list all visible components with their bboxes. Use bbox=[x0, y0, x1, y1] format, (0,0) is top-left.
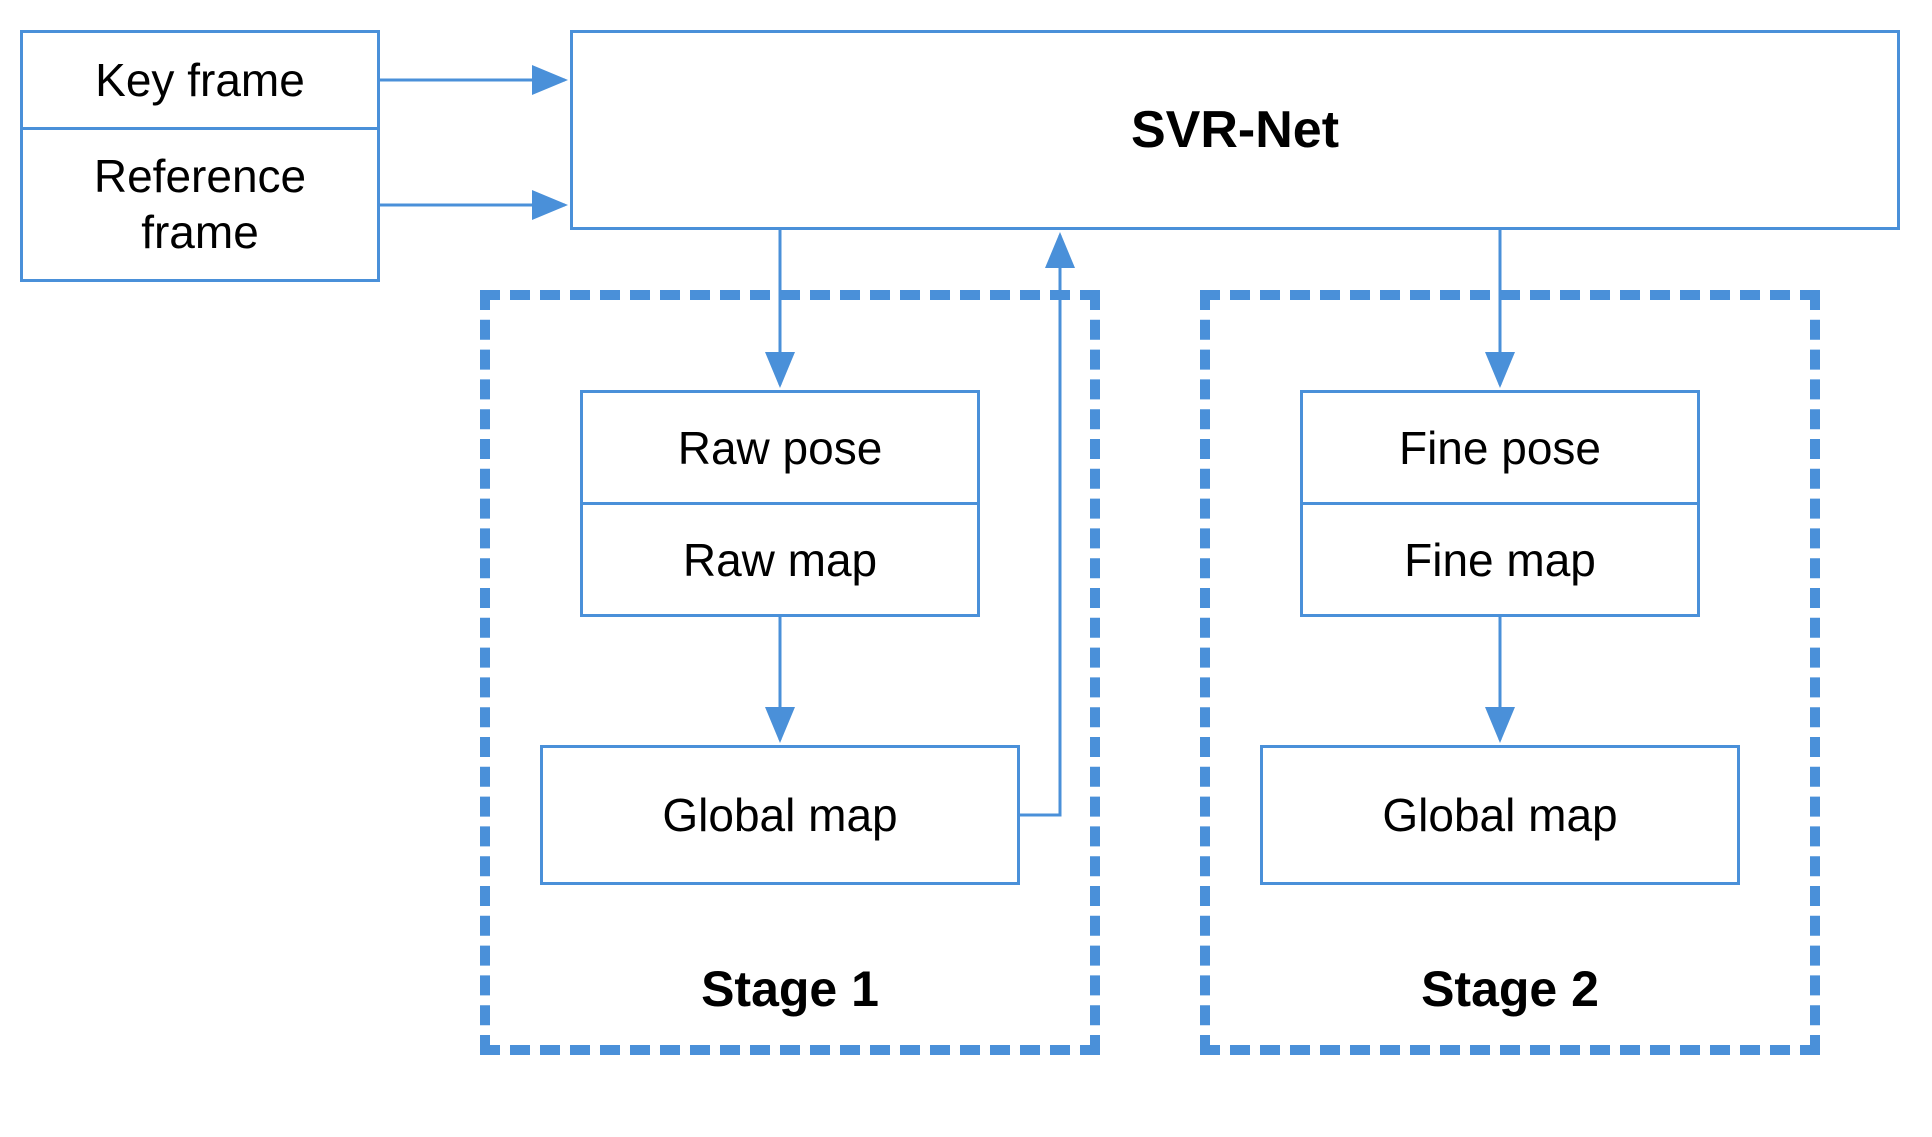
stage1-global-map-label: Global map bbox=[662, 788, 897, 842]
raw-pose-label: Raw pose bbox=[678, 421, 883, 475]
stage2-global-map-box: Global map bbox=[1260, 745, 1740, 885]
stage2-label: Stage 2 bbox=[1200, 960, 1820, 1018]
fine-map-box: Fine map bbox=[1300, 502, 1700, 617]
stage1-label: Stage 1 bbox=[480, 960, 1100, 1018]
key-frame-label: Key frame bbox=[95, 53, 305, 107]
reference-frame-box: Reference frame bbox=[20, 127, 380, 282]
svr-net-box: SVR-Net bbox=[570, 30, 1900, 230]
fine-pose-label: Fine pose bbox=[1399, 421, 1601, 475]
fine-map-label: Fine map bbox=[1404, 533, 1596, 587]
reference-frame-label: Reference frame bbox=[94, 149, 306, 259]
stage2-global-map-label: Global map bbox=[1382, 788, 1617, 842]
stage1-global-map-box: Global map bbox=[540, 745, 1020, 885]
diagram-canvas: Key frame Reference frame SVR-Net Raw po… bbox=[0, 0, 1932, 1137]
key-frame-box: Key frame bbox=[20, 30, 380, 130]
fine-pose-box: Fine pose bbox=[1300, 390, 1700, 505]
svr-net-label: SVR-Net bbox=[1131, 100, 1339, 160]
raw-pose-box: Raw pose bbox=[580, 390, 980, 505]
stage2-label-text: Stage 2 bbox=[1421, 961, 1599, 1017]
raw-map-box: Raw map bbox=[580, 502, 980, 617]
raw-map-label: Raw map bbox=[683, 533, 877, 587]
stage1-label-text: Stage 1 bbox=[701, 961, 879, 1017]
